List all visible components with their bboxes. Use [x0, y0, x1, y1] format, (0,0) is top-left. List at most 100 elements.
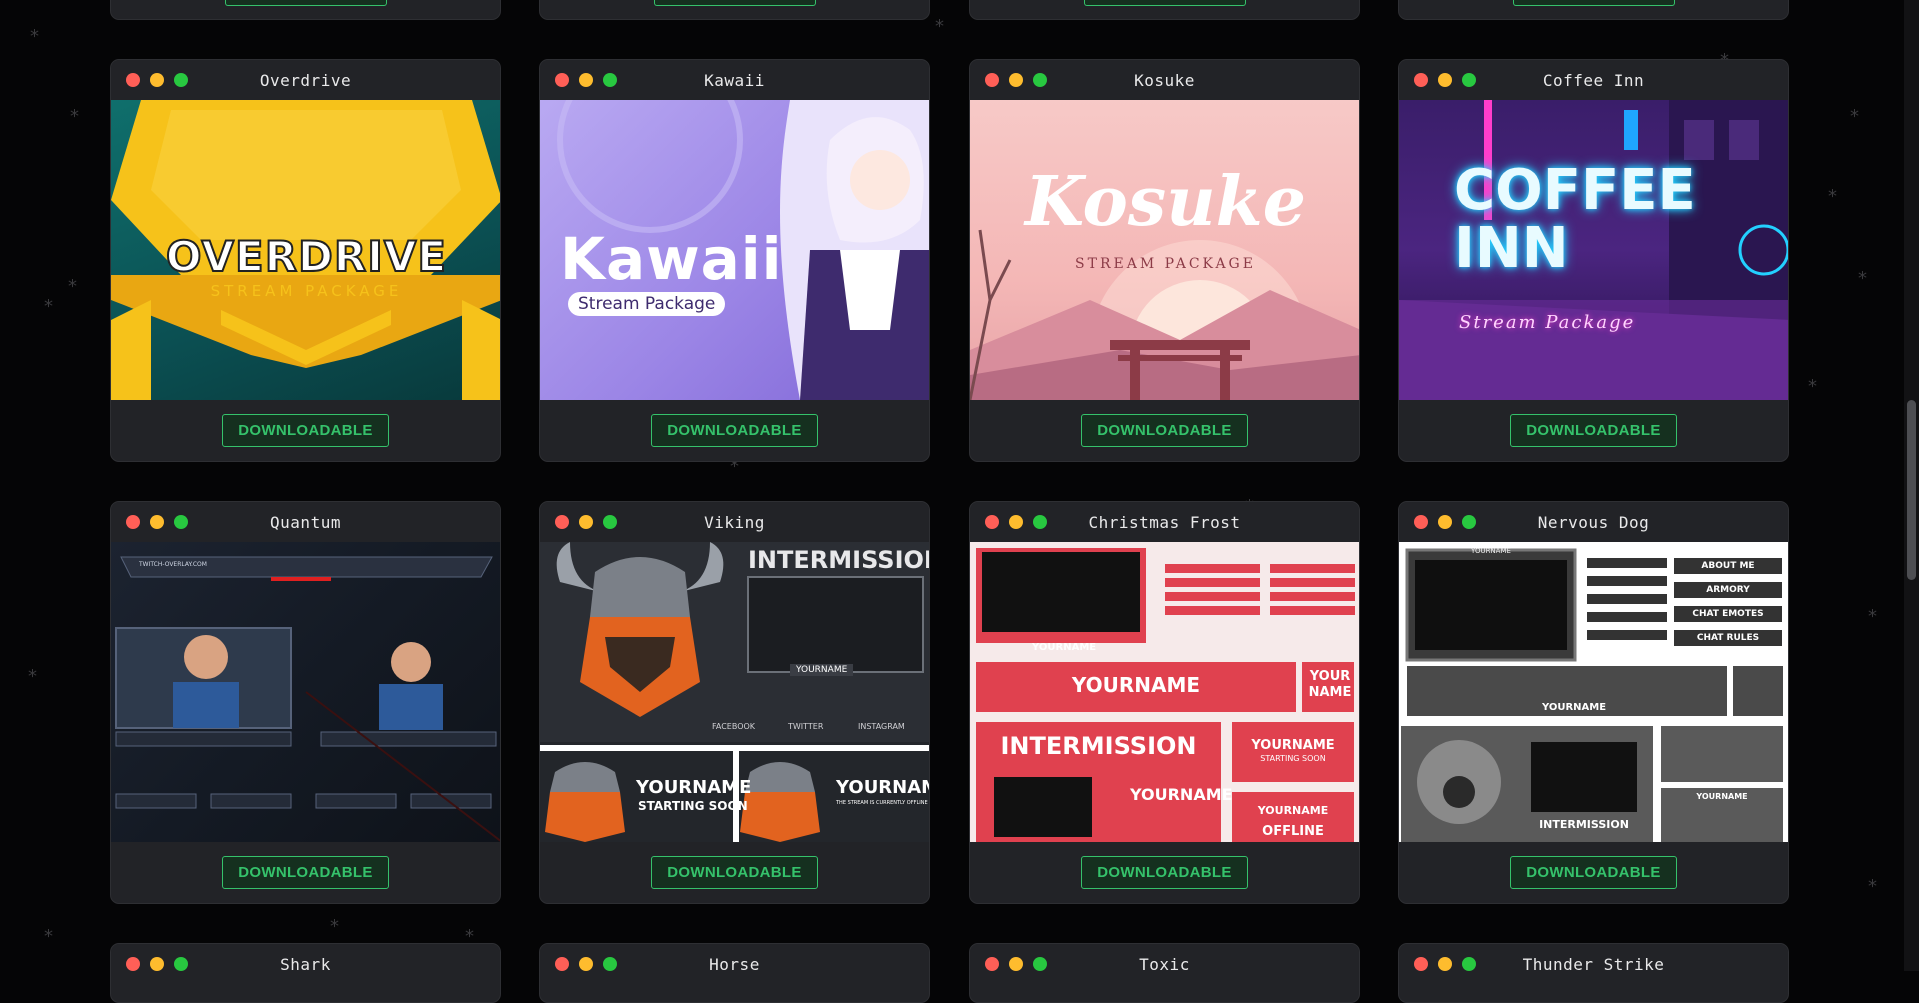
star-decoration: * — [1850, 106, 1859, 127]
card-titlebar: Coffee Inn — [1399, 60, 1788, 100]
package-preview-image[interactable]: COFFEE INN Stream Package — [1399, 100, 1788, 400]
package-card-christmas-frost[interactable]: Christmas Frost YOURNAME YOURNAME YOUR N… — [969, 501, 1360, 904]
minimize-dot-icon — [150, 957, 164, 971]
card-titlebar: Kawaii — [540, 60, 929, 100]
card-title: Coffee Inn — [1542, 70, 1645, 90]
downloadable-button[interactable]: DOWNLOADABLE — [651, 414, 818, 447]
star-decoration: * — [330, 916, 339, 937]
panel-status: OFFLINE — [1262, 824, 1324, 839]
card-titlebar: Horse — [540, 944, 929, 984]
thumb-heading: Kawaii — [560, 225, 783, 293]
package-card-shark[interactable]: Shark — [110, 943, 501, 1003]
minimize-dot-icon — [1438, 73, 1452, 87]
package-card-horse[interactable]: Horse — [539, 943, 930, 1003]
downloadable-button[interactable]: DOWNLOADABLE — [1081, 414, 1248, 447]
thumb-heading: COFFEE INN — [1454, 162, 1696, 278]
card-title: Overdrive — [259, 70, 352, 90]
star-decoration: * — [68, 276, 77, 297]
card-title: Nervous Dog — [1537, 512, 1650, 532]
panel-status: STARTING SOON — [1260, 754, 1326, 763]
package-card-kawaii[interactable]: Kawaii Kawaii Stream Package DOWNLOADABL… — [539, 59, 930, 462]
maximize-dot-icon — [174, 73, 188, 87]
package-card-coffee-inn[interactable]: Coffee Inn COFFEE INN Stream Package DOW… — [1398, 59, 1789, 462]
package-card-thunder-strike[interactable]: Thunder Strike — [1398, 943, 1789, 1003]
card-titlebar: Quantum — [111, 502, 500, 542]
star-decoration: * — [70, 106, 79, 127]
card-title: Kosuke — [1134, 70, 1195, 90]
package-preview-image[interactable]: Kosuke STREAM PACKAGE — [970, 100, 1359, 400]
minimize-dot-icon — [579, 73, 593, 87]
package-card-overdrive[interactable]: Overdrive OVERDRIVE STREAM PACKAGE DOWNL… — [110, 59, 501, 462]
downloadable-button[interactable]: DOWNLOADABLE — [222, 856, 389, 889]
package-preview-image[interactable]: OVERDRIVE STREAM PACKAGE — [111, 100, 500, 400]
panel-status: THE STREAM IS CURRENTLY OFFLINE — [836, 800, 928, 806]
maximize-dot-icon — [603, 957, 617, 971]
package-preview-image[interactable]: Kawaii Stream Package — [540, 100, 929, 400]
card-titlebar: Kosuke — [970, 60, 1359, 100]
package-preview-image[interactable]: TWITCH-OVERLAY.COM — [111, 542, 500, 842]
minimize-dot-icon — [1009, 957, 1023, 971]
partial-card — [969, 0, 1360, 20]
maximize-dot-icon — [1033, 73, 1047, 87]
thumb-subheading: Stream Package — [1459, 312, 1636, 333]
downloadable-button[interactable]: DOWNLOADABLE — [222, 414, 389, 447]
panel-name: YOURNAME — [636, 777, 752, 798]
minimize-dot-icon — [1009, 73, 1023, 87]
thumb-heading: Kosuke — [1024, 162, 1307, 242]
social-facebook: FACEBOOK — [712, 722, 756, 731]
minimize-dot-icon — [1438, 515, 1452, 529]
overlay-label: YOURNAME — [1032, 642, 1097, 653]
star-decoration: * — [44, 296, 53, 317]
close-dot-icon — [555, 73, 569, 87]
thumb-heading-line1: COFFEE — [1454, 158, 1696, 223]
downloadable-button[interactable]: DOWNLOADABLE — [651, 856, 818, 889]
package-card-viking[interactable]: Viking INTERMISSION YOURNAME FACEBOOK TW… — [539, 501, 930, 904]
minimize-dot-icon — [579, 515, 593, 529]
minimize-dot-icon — [1009, 515, 1023, 529]
package-preview-image[interactable]: INTERMISSION YOURNAME FACEBOOK TWITTER I… — [540, 542, 929, 842]
minimize-dot-icon — [1438, 957, 1452, 971]
minimize-dot-icon — [150, 73, 164, 87]
star-decoration: * — [44, 926, 53, 947]
downloadable-button[interactable]: DOWNLOADABLE — [1081, 856, 1248, 889]
maximize-dot-icon — [174, 515, 188, 529]
panel-button-label: CHAT EMOTES — [1692, 609, 1764, 619]
card-title: Kawaii — [704, 70, 765, 90]
star-decoration: * — [1858, 268, 1867, 289]
panel-name: YOURNAME — [1251, 738, 1335, 753]
close-dot-icon — [985, 515, 999, 529]
maximize-dot-icon — [1033, 515, 1047, 529]
panel-name: YOURNAME — [1071, 673, 1201, 697]
package-card-nervous-dog[interactable]: Nervous Dog YOURNAME ABOUT ME ARMORY CHA… — [1398, 501, 1789, 904]
close-dot-icon — [555, 515, 569, 529]
maximize-dot-icon — [1033, 957, 1047, 971]
thumb-heading-line2: INN — [1454, 216, 1569, 281]
panel-button-label: CHAT RULES — [1696, 633, 1760, 643]
minimize-dot-icon — [579, 957, 593, 971]
partial-card — [1398, 0, 1789, 20]
star-decoration: * — [30, 26, 39, 47]
package-card-quantum[interactable]: Quantum TWITCH-OVERLAY.COM DOWNLOADABLE — [110, 501, 501, 904]
intermission-label: INTERMISSION — [1539, 818, 1629, 831]
close-dot-icon — [555, 957, 569, 971]
close-dot-icon — [1414, 957, 1428, 971]
close-dot-icon — [985, 73, 999, 87]
panel-name-small: YOUR NAME — [1308, 669, 1352, 700]
card-titlebar: Overdrive — [111, 60, 500, 100]
downloadable-button[interactable]: DOWNLOADABLE — [1510, 856, 1677, 889]
package-preview-image[interactable]: YOURNAME YOURNAME YOUR NAME INTERMISSION… — [970, 542, 1359, 842]
thumb-subheading: STREAM PACKAGE — [1075, 256, 1256, 272]
package-card-kosuke[interactable]: Kosuke Kosuke STREAM PACKAGE DOWNLOADABL… — [969, 59, 1360, 462]
package-preview-image[interactable]: YOURNAME ABOUT ME ARMORY CHAT EMOTES CHA… — [1399, 542, 1788, 842]
maximize-dot-icon — [1462, 957, 1476, 971]
thumb-heading: OVERDRIVE — [165, 231, 448, 282]
panel-name: YOURNAME — [1130, 785, 1233, 804]
star-decoration: * — [1808, 376, 1817, 397]
card-titlebar: Viking — [540, 502, 929, 542]
star-decoration: * — [935, 16, 944, 37]
partial-card — [110, 0, 501, 20]
downloadable-button[interactable]: DOWNLOADABLE — [1510, 414, 1677, 447]
page-scrollbar[interactable] — [1904, 0, 1919, 971]
scrollbar-thumb[interactable] — [1907, 400, 1916, 580]
package-card-toxic[interactable]: Toxic — [969, 943, 1360, 1003]
